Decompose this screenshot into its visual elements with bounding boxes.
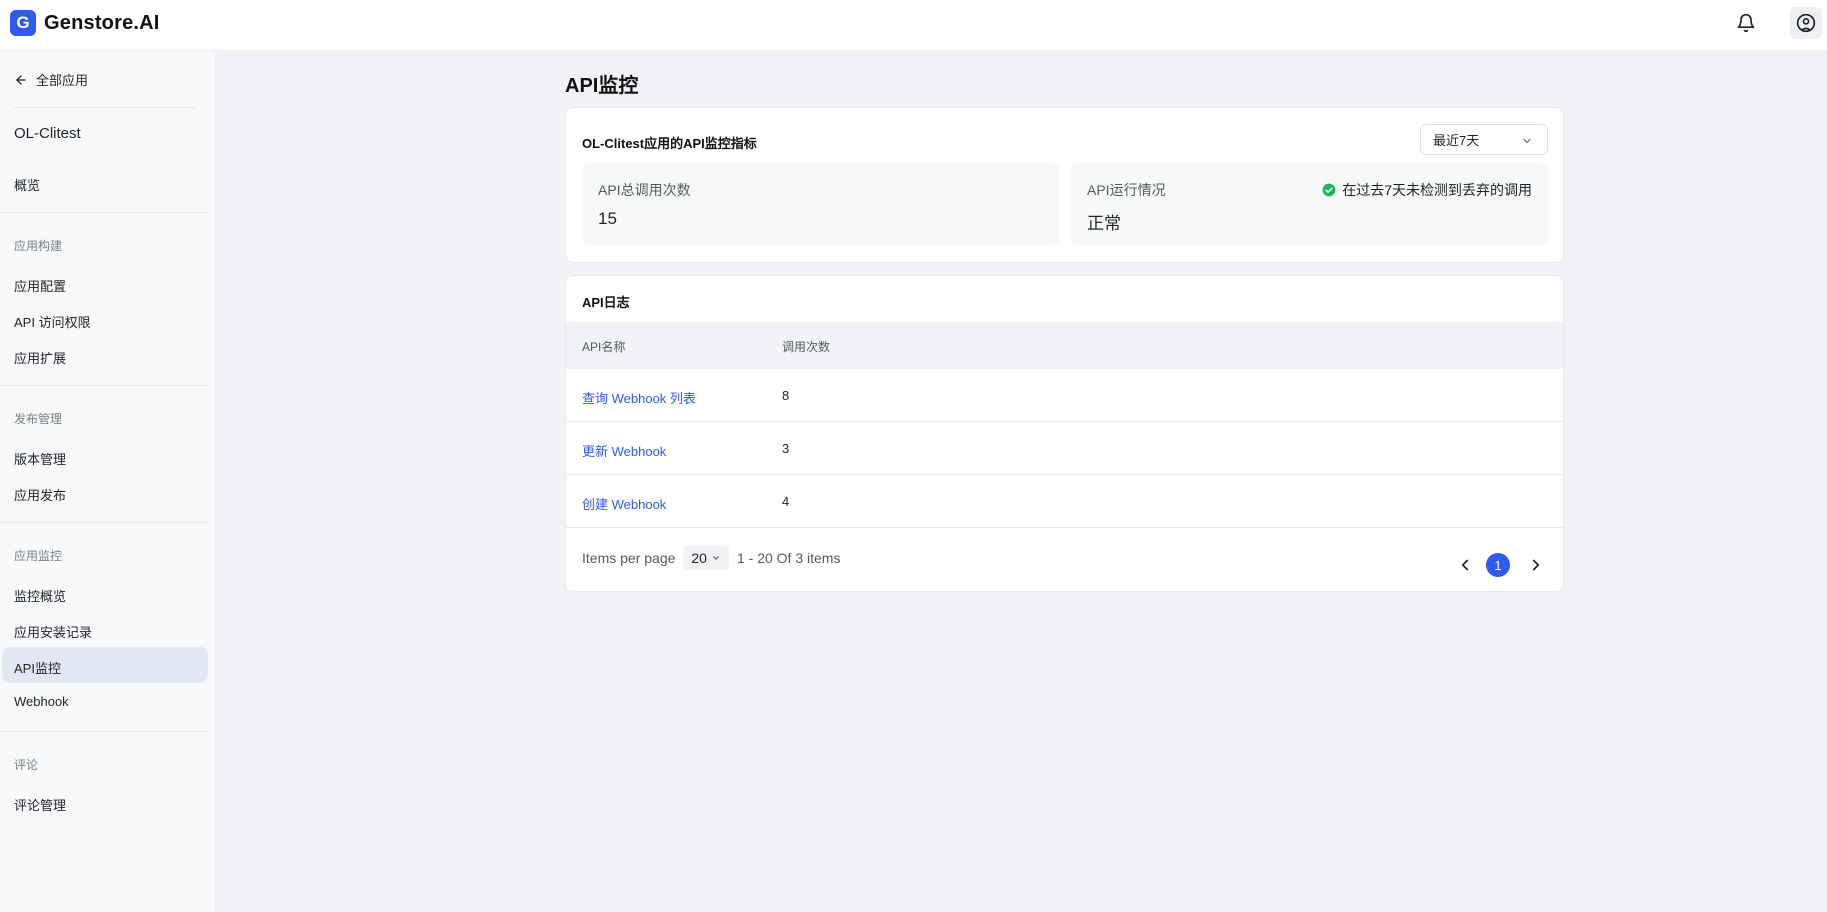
back-to-all-apps-link[interactable]: 全部应用 xyxy=(14,70,88,89)
total-calls-label: API总调用次数 xyxy=(598,182,691,198)
status-note-text: 在过去7天未检测到丢弃的调用 xyxy=(1342,182,1532,198)
arrow-left-icon xyxy=(16,74,26,85)
call-count-cell: 3 xyxy=(782,441,790,456)
time-range-select[interactable]: 最近7天 xyxy=(1420,124,1548,155)
sidebar-item-api-access[interactable]: API 访问权限 xyxy=(14,312,91,331)
api-log-title: API日志 xyxy=(582,295,630,310)
page-size-value: 20 xyxy=(691,550,707,566)
brand-name: Genstore.AI xyxy=(44,11,160,34)
api-status-value: 正常 xyxy=(1087,214,1121,233)
sidebar-group-title: 应用监控 xyxy=(14,549,63,563)
sidebar-item-api-monitor[interactable]: API监控 xyxy=(14,658,61,677)
page-button-current[interactable]: 1 xyxy=(1486,553,1510,577)
metrics-card-title: OL-Clitest应用的API监控指标 xyxy=(582,136,757,151)
table-header: API名称 调用次数 xyxy=(566,322,1563,369)
chevron-right-icon[interactable] xyxy=(1527,556,1545,574)
top-bar: G Genstore.AI xyxy=(0,0,1827,51)
table-row: 查询 Webhook 列表 8 xyxy=(566,369,1563,422)
page-size-select[interactable]: 20 xyxy=(683,546,729,570)
sidebar-divider xyxy=(0,385,208,386)
items-per-page-label: Items per page xyxy=(582,550,676,566)
api-name-link[interactable]: 更新 Webhook xyxy=(582,441,666,460)
bell-icon[interactable] xyxy=(1736,13,1756,33)
total-calls-value: 15 xyxy=(598,209,617,228)
metrics-card: OL-Clitest应用的API监控指标 最近7天 API总调用次数 15 AP… xyxy=(565,107,1564,263)
column-header-api-name: API名称 xyxy=(582,340,626,354)
sidebar-item-monitor-overview[interactable]: 监控概览 xyxy=(14,586,66,605)
api-status-stat: API运行情况 在过去7天未检测到丢弃的调用 正常 xyxy=(1071,163,1548,245)
chevron-left-icon[interactable] xyxy=(1456,556,1474,574)
time-range-value: 最近7天 xyxy=(1433,133,1480,148)
sidebar-item-overview[interactable]: 概览 xyxy=(14,175,40,194)
api-name-link[interactable]: 查询 Webhook 列表 xyxy=(582,388,696,407)
sidebar-item-app-publish[interactable]: 应用发布 xyxy=(14,485,66,504)
check-circle-icon xyxy=(1322,183,1336,197)
sidebar-item-app-config[interactable]: 应用配置 xyxy=(14,276,66,295)
pagination-info: Items per page 20 1 - 20 Of 3 items xyxy=(582,546,840,570)
sidebar-group-title: 发布管理 xyxy=(14,412,63,426)
call-count-cell: 4 xyxy=(782,494,790,509)
sidebar-item-webhook[interactable]: Webhook xyxy=(14,694,69,709)
table-row: 创建 Webhook 4 xyxy=(566,475,1563,528)
sidebar: 全部应用 OL-Clitest 概览 应用构建 应用配置 API 访问权限 应用… xyxy=(0,51,216,912)
sidebar-item-review-management[interactable]: 评论管理 xyxy=(14,795,66,814)
user-menu-button[interactable] xyxy=(1790,7,1822,39)
brand-logo[interactable]: G Genstore.AI xyxy=(10,10,160,36)
page-title: API监控 xyxy=(565,75,639,97)
call-count-cell: 8 xyxy=(782,388,790,403)
api-log-card: API日志 API名称 调用次数 查询 Webhook 列表 8 更新 Webh… xyxy=(565,275,1564,592)
sidebar-group-title: 应用构建 xyxy=(14,239,63,253)
brand-logo-icon: G xyxy=(10,10,36,36)
chevron-down-icon xyxy=(712,556,719,560)
column-header-call-count: 调用次数 xyxy=(782,340,831,354)
table-row: 更新 Webhook 3 xyxy=(566,422,1563,475)
api-status-label: API运行情况 xyxy=(1087,182,1166,198)
status-note: 在过去7天未检测到丢弃的调用 xyxy=(1322,180,1532,200)
sidebar-divider xyxy=(0,522,208,523)
sidebar-divider xyxy=(0,731,208,732)
total-calls-stat: API总调用次数 15 xyxy=(582,163,1059,245)
sidebar-item-app-extension[interactable]: 应用扩展 xyxy=(14,348,66,367)
sidebar-item-install-records[interactable]: 应用安装记录 xyxy=(14,622,92,641)
chevron-down-icon xyxy=(1523,138,1531,144)
page-range-text: 1 - 20 Of 3 items xyxy=(736,550,841,566)
sidebar-divider xyxy=(14,107,196,108)
back-label: 全部应用 xyxy=(36,73,89,88)
user-circle-icon xyxy=(1796,13,1816,33)
sidebar-app-name: OL-Clitest xyxy=(14,125,81,142)
api-name-link[interactable]: 创建 Webhook xyxy=(582,494,666,513)
sidebar-group-title: 评论 xyxy=(14,758,39,772)
sidebar-item-version-management[interactable]: 版本管理 xyxy=(14,449,66,468)
sidebar-divider xyxy=(0,212,208,213)
